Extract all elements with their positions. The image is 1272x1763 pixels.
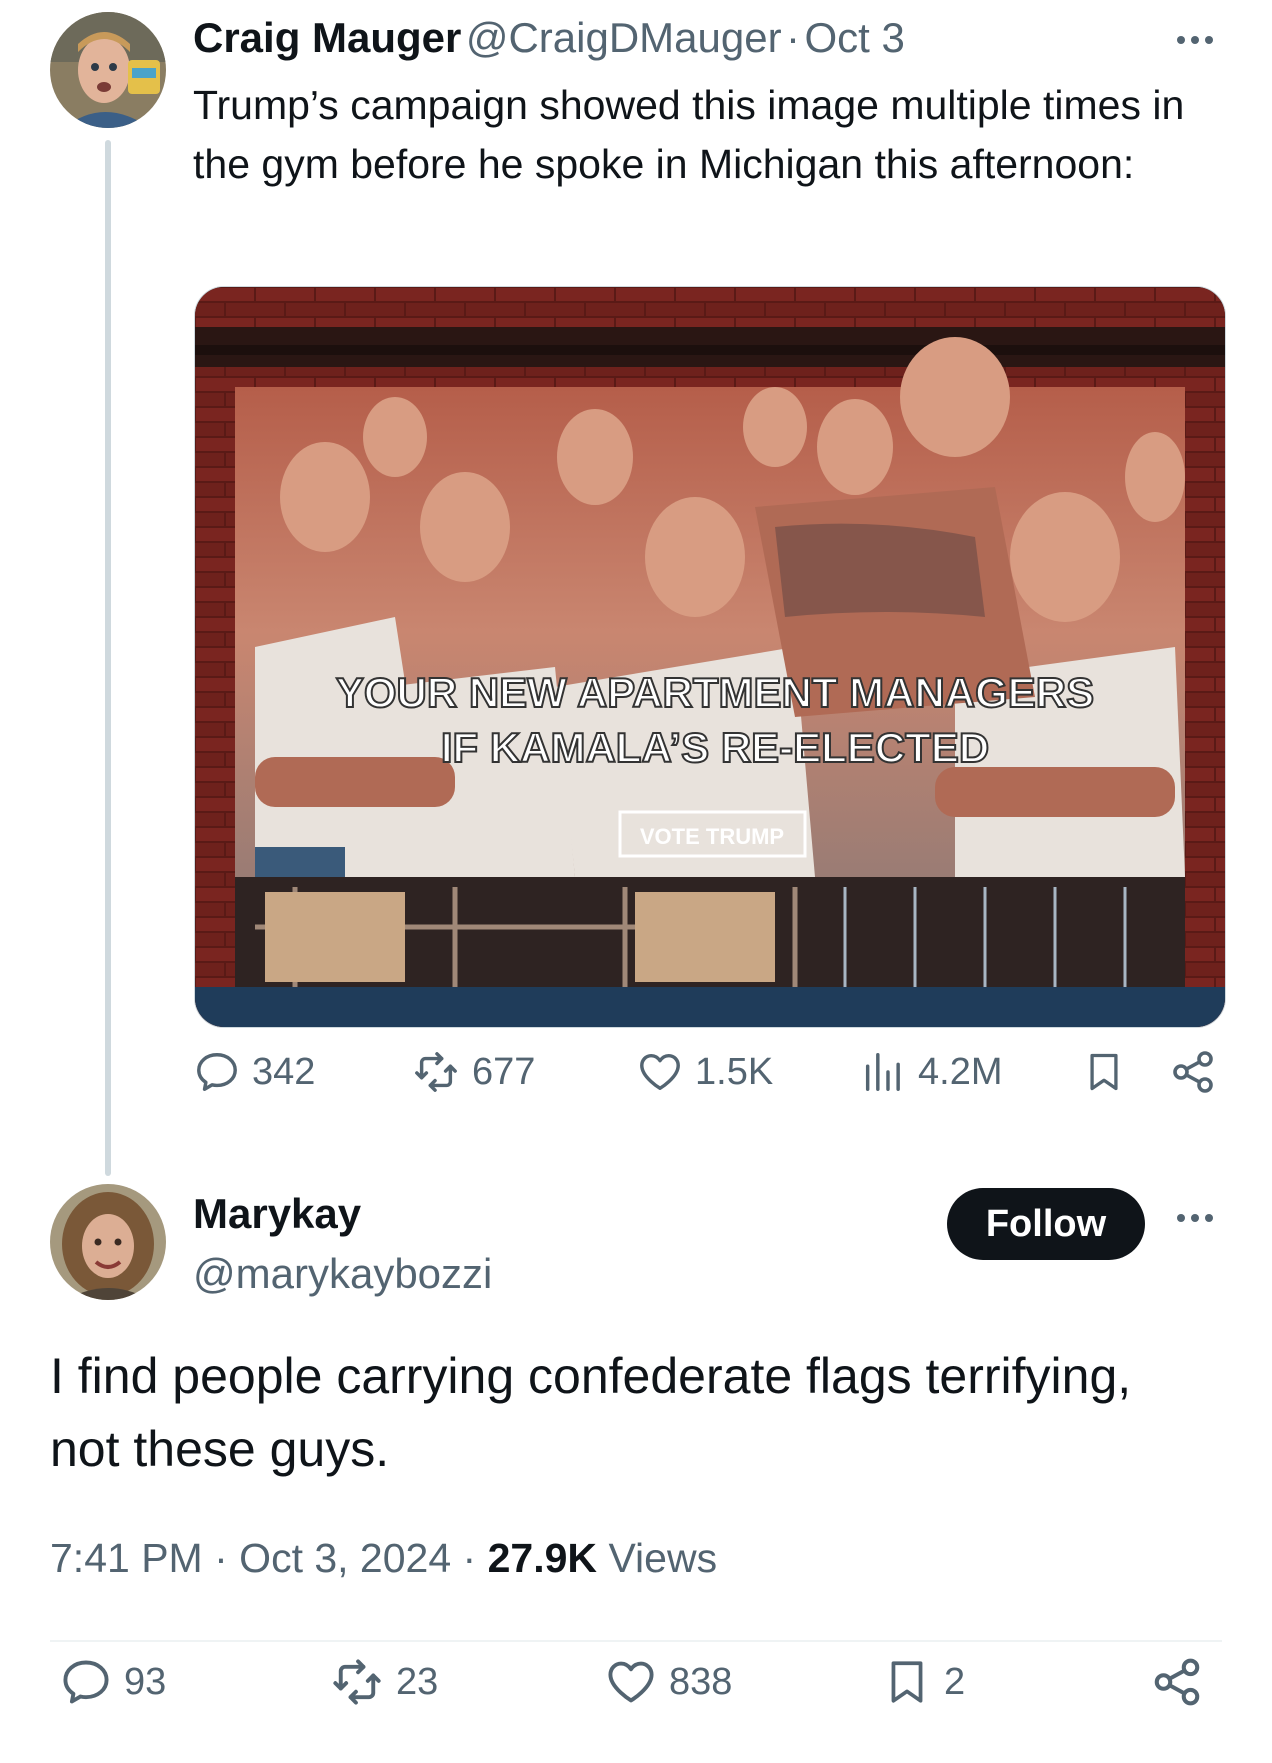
views-button[interactable]: 4.2M — [860, 1049, 1002, 1095]
reply-meta: 7:41 PM · Oct 3, 2024 · 27.9K Views — [50, 1535, 717, 1582]
like-button[interactable]: 838 — [605, 1656, 732, 1708]
reply-button[interactable]: 342 — [194, 1049, 315, 1095]
bookmark-button[interactable]: 2 — [882, 1655, 965, 1709]
tweet-text: Trump’s campaign showed this image multi… — [193, 82, 1185, 187]
author-avatar[interactable] — [50, 12, 166, 128]
meta-separator: · — [214, 1535, 228, 1581]
author-handle[interactable]: @CraigDMauger — [466, 14, 782, 61]
repost-button[interactable]: 23 — [330, 1656, 438, 1708]
meta-separator: · — [462, 1535, 477, 1581]
bookmark-count: 2 — [944, 1660, 966, 1703]
share-icon — [1154, 1658, 1200, 1706]
more-icon[interactable] — [1177, 36, 1213, 44]
reply-author-name[interactable]: Marykay — [193, 1190, 361, 1238]
repost-count: 677 — [472, 1050, 536, 1093]
reply-icon — [63, 1660, 109, 1704]
share-icon — [1173, 1051, 1213, 1093]
bookmark-icon — [891, 1661, 923, 1703]
author-name[interactable]: Craig Mauger — [193, 14, 461, 61]
reply-author-handle[interactable]: @marykaybozzi — [193, 1250, 492, 1298]
share-button[interactable] — [1169, 1048, 1217, 1096]
more-icon[interactable] — [1177, 1214, 1213, 1222]
repost-icon — [333, 1659, 381, 1705]
tweet-date[interactable]: Oct 3 — [805, 14, 905, 61]
like-icon — [608, 1661, 654, 1703]
repost-icon — [415, 1052, 457, 1092]
media-caption-line1: YOUR NEW APARTMENT MANAGERS — [336, 669, 1094, 716]
reply-date[interactable]: Oct 3, 2024 — [239, 1535, 451, 1581]
views-icon — [865, 1053, 900, 1091]
thread-line — [105, 140, 111, 1176]
like-count: 838 — [669, 1660, 733, 1703]
like-button[interactable]: 1.5K — [637, 1049, 773, 1095]
media-caption-line2: IF KAMALA’S RE-ELECTED — [441, 724, 989, 771]
follow-button[interactable]: Follow — [947, 1188, 1145, 1260]
reply-text: I find people carrying confederate flags… — [50, 1348, 1132, 1477]
header-separator: · — [786, 14, 801, 61]
repost-button[interactable]: 677 — [412, 1049, 535, 1095]
like-count: 1.5K — [695, 1050, 774, 1093]
reply-count: 93 — [124, 1660, 167, 1703]
reply-icon — [197, 1053, 237, 1091]
reply-views-label: Views — [608, 1535, 718, 1581]
tweet-image[interactable]: YOUR NEW APARTMENT MANAGERS IF KAMALA’S … — [194, 286, 1226, 1028]
bookmark-button[interactable] — [1082, 1048, 1126, 1096]
tweet-header: Craig Mauger @CraigDMauger · Oct 3 — [193, 14, 905, 62]
reply-author-avatar[interactable] — [50, 1184, 166, 1300]
divider — [50, 1640, 1222, 1642]
reply-views-count: 27.9K — [487, 1535, 598, 1581]
reply-button[interactable]: 93 — [60, 1656, 166, 1708]
views-count: 4.2M — [918, 1050, 1003, 1093]
reply-time[interactable]: 7:41 PM — [50, 1535, 203, 1581]
media-badge: VOTE TRUMP — [640, 824, 784, 849]
repost-count: 23 — [396, 1660, 439, 1703]
bookmark-icon — [1090, 1053, 1118, 1091]
like-icon — [640, 1053, 680, 1091]
share-button[interactable] — [1150, 1655, 1204, 1709]
reply-count: 342 — [252, 1050, 316, 1093]
